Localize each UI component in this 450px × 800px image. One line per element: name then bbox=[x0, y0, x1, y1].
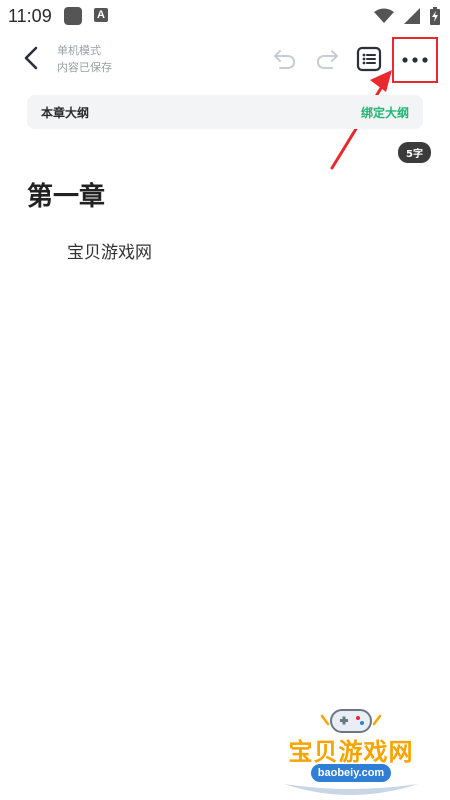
bind-outline-link[interactable]: 绑定大纲 bbox=[361, 104, 409, 121]
back-arrow-icon[interactable] bbox=[20, 46, 44, 70]
undo-icon[interactable] bbox=[272, 46, 298, 72]
wifi-icon bbox=[374, 8, 394, 23]
watermark-swoosh bbox=[284, 784, 418, 795]
chapter-outline-bar[interactable]: 本章大纲 绑定大纲 bbox=[27, 95, 423, 129]
battery-icon bbox=[430, 7, 440, 25]
save-status: 内容已保存 bbox=[57, 61, 112, 74]
signal-icon bbox=[404, 8, 420, 24]
redo-icon[interactable] bbox=[314, 46, 340, 72]
word-count-badge: 5字 bbox=[398, 142, 431, 163]
a-icon: A bbox=[94, 8, 108, 22]
outline-list-icon[interactable] bbox=[356, 46, 382, 72]
watermark-logo: 宝贝游戏网 baobeiy.com bbox=[276, 702, 426, 800]
chapter-text[interactable]: 宝贝游戏网 bbox=[67, 238, 152, 263]
app-square-icon bbox=[64, 7, 82, 25]
more-icon bbox=[402, 57, 428, 63]
outline-label: 本章大纲 bbox=[41, 106, 90, 120]
watermark-title: 宝贝游戏网 bbox=[288, 738, 414, 766]
status-right-icons bbox=[374, 7, 440, 25]
status-time: 11:09 bbox=[8, 6, 52, 26]
chapter-title[interactable]: 第一章 bbox=[27, 176, 105, 213]
mode-label: 单机模式 bbox=[57, 44, 101, 57]
status-bar: 11:09 A bbox=[0, 0, 450, 32]
